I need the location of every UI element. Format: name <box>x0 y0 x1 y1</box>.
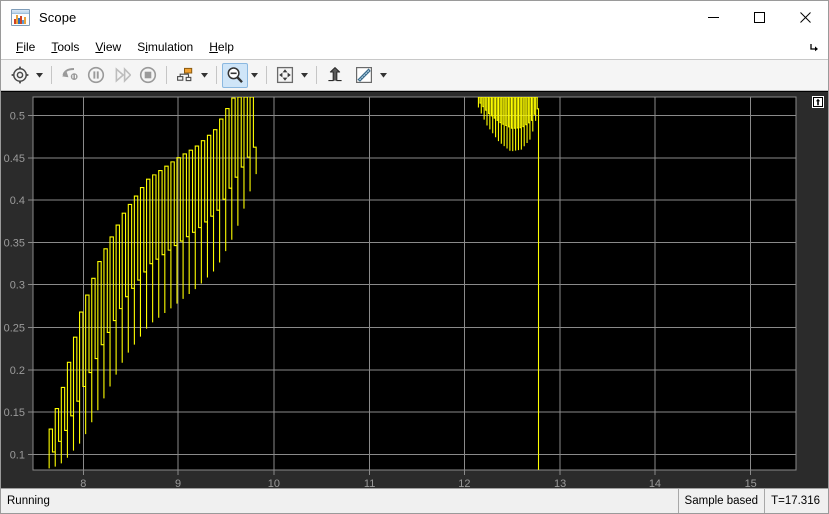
x-tick-label: 12 <box>458 478 470 488</box>
status-bar: Running Sample based T=17.316 <box>1 488 828 513</box>
y-tick-label: 0.45 <box>4 153 25 165</box>
close-button[interactable] <box>782 1 828 34</box>
toolbar-separator <box>51 66 52 84</box>
y-tick-label: 0.2 <box>10 365 25 377</box>
gear-icon <box>11 66 29 84</box>
toolbar <box>1 60 828 91</box>
chevron-down-icon <box>301 72 308 78</box>
chevron-down-icon <box>251 72 258 78</box>
toolbar-separator <box>316 66 317 84</box>
minimize-button[interactable] <box>690 1 736 34</box>
autoscale-button[interactable] <box>272 63 298 88</box>
zoom-out-button[interactable] <box>222 62 248 88</box>
status-mode: Sample based <box>679 489 766 513</box>
menu-overflow-icon[interactable] <box>807 40 821 54</box>
y-tick-label: 0.15 <box>4 407 25 419</box>
trigger-button[interactable] <box>322 63 348 88</box>
measurements-button[interactable] <box>351 63 377 88</box>
y-tick-label: 0.4 <box>10 195 25 207</box>
stop-icon <box>139 66 157 84</box>
ruler-icon <box>356 67 373 84</box>
layout-dropdown[interactable] <box>198 63 211 88</box>
measurements-dropdown[interactable] <box>377 63 390 88</box>
x-tick-label: 11 <box>364 478 375 488</box>
y-tick-label: 0.25 <box>4 323 25 335</box>
window-controls <box>690 1 828 34</box>
x-tick-label: 14 <box>649 478 661 488</box>
run-back-button[interactable] <box>57 63 83 88</box>
step-forward-icon <box>115 67 131 83</box>
toolbar-separator <box>266 66 267 84</box>
status-state: Running <box>1 489 679 513</box>
menu-view[interactable]: View <box>87 37 129 58</box>
toolbar-separator <box>216 66 217 84</box>
layout-icon <box>176 67 192 81</box>
scope-canvas[interactable]: 0.1 0.15 0.2 0.25 0.3 0.35 0.4 0.45 0.5 8 9 10 11 12… <box>1 92 828 488</box>
expand-axes-icon[interactable] <box>811 95 825 109</box>
zoom-out-icon <box>227 67 243 84</box>
x-tick-label: 10 <box>268 478 280 488</box>
scope-window: Scope File Tools View Simulation Help 0.… <box>0 0 829 514</box>
pause-icon <box>87 66 105 84</box>
chevron-down-icon <box>201 72 208 78</box>
menu-file[interactable]: File <box>8 37 43 58</box>
status-time: T=17.316 <box>771 495 820 507</box>
configuration-properties-dropdown[interactable] <box>33 63 46 88</box>
y-tick-label: 0.35 <box>4 237 25 249</box>
x-tick-label: 13 <box>554 478 566 488</box>
pause-button[interactable] <box>83 63 109 88</box>
maximize-button[interactable] <box>736 1 782 34</box>
trigger-icon <box>328 67 342 82</box>
autoscale-dropdown[interactable] <box>298 63 311 88</box>
menu-help[interactable]: Help <box>201 37 242 58</box>
scope-plot-area[interactable]: 0.1 0.15 0.2 0.25 0.3 0.35 0.4 0.45 0.5 8 9 10 11 12… <box>1 91 828 488</box>
chevron-down-icon <box>36 72 43 78</box>
x-tick-label: 15 <box>745 478 757 488</box>
title-bar: Scope <box>1 1 828 35</box>
x-tick-label: 9 <box>175 478 181 488</box>
configuration-properties-button[interactable] <box>7 63 33 88</box>
chevron-down-icon <box>380 72 387 78</box>
step-forward-button[interactable] <box>109 63 135 88</box>
matlab-scope-icon <box>11 9 30 26</box>
menu-bar: File Tools View Simulation Help <box>1 35 828 60</box>
y-tick-label: 0.5 <box>10 111 25 123</box>
stop-button[interactable] <box>135 63 161 88</box>
window-title: Scope <box>39 10 77 25</box>
zoom-dropdown[interactable] <box>248 63 261 88</box>
x-tick-label: 8 <box>80 478 86 488</box>
layout-button[interactable] <box>172 63 198 88</box>
y-tick-label: 0.1 <box>10 449 25 461</box>
step-back-icon <box>61 67 78 80</box>
y-tick-label: 0.3 <box>10 279 25 291</box>
autoscale-icon <box>276 66 294 84</box>
menu-simulation[interactable]: Simulation <box>129 37 201 58</box>
menu-tools[interactable]: Tools <box>43 37 87 58</box>
toolbar-separator <box>166 66 167 84</box>
